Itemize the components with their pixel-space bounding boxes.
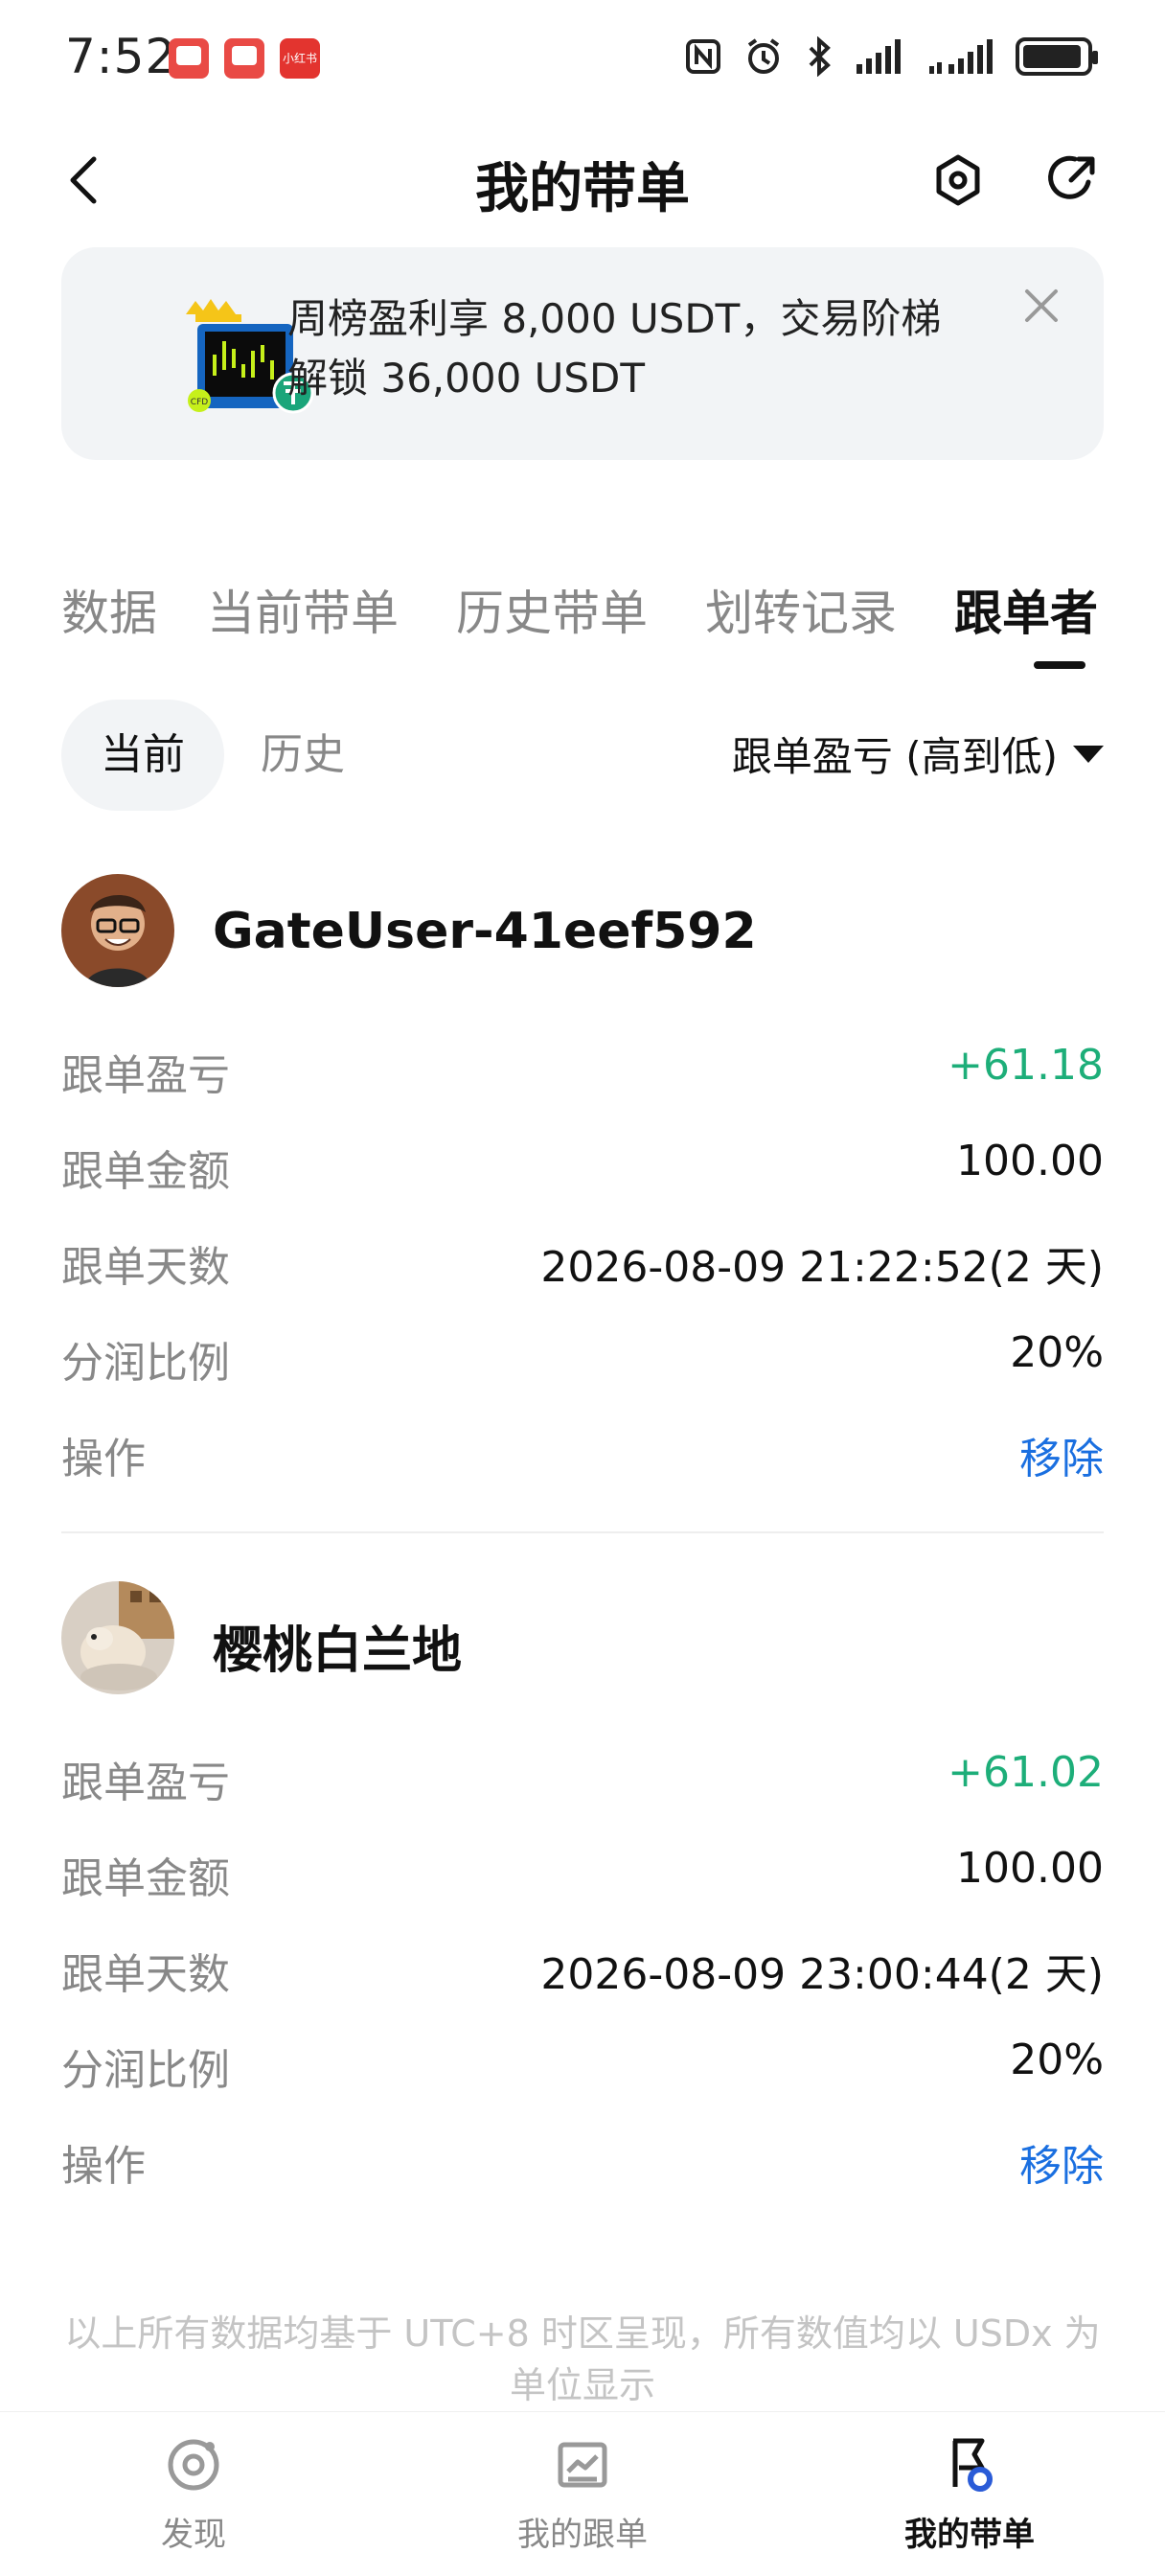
status-icons: [684, 36, 1098, 77]
amount-value: 100.00: [956, 1137, 1104, 1185]
follower-header: 樱桃白兰地: [61, 1581, 1104, 1696]
avatar[interactable]: [61, 874, 174, 987]
banner-close-button[interactable]: [1017, 282, 1065, 330]
nav-my-copy-trades[interactable]: 我的跟单: [477, 2431, 688, 2555]
sort-dropdown[interactable]: 跟单盈亏 (高到低): [732, 724, 1104, 783]
follower-card: 樱桃白兰地 跟单盈亏 +61.02 跟单金额 100.00 跟单天数 2026-…: [61, 1581, 1104, 2214]
row-label: 操作: [61, 2142, 146, 2191]
remove-button[interactable]: 移除: [1019, 1424, 1104, 1485]
battery-icon: [1016, 37, 1098, 76]
detail-row-action: 操作 移除: [61, 1399, 1104, 1495]
filter-current-button[interactable]: 当前: [61, 700, 224, 811]
nav-label: 我的跟单: [517, 2516, 648, 2554]
detail-row-days: 跟单天数 2026-08-09 23:00:44(2 天): [61, 1915, 1104, 2011]
follower-header: GateUser-41eef592: [61, 874, 1104, 989]
header: 我的带单: [0, 125, 1165, 240]
alarm-icon: [747, 38, 780, 74]
chart-board-icon: [558, 2442, 607, 2488]
follower-details: 跟单盈亏 +61.18 跟单金额 100.00 跟单天数 2026-08-09 …: [61, 1016, 1104, 1495]
share-ratio-value: 20%: [1010, 1328, 1104, 1377]
detail-row-amount: 跟单金额 100.00: [61, 1819, 1104, 1915]
share-button[interactable]: [1040, 150, 1102, 211]
app-badge-icon: [169, 38, 209, 79]
bottom-nav: 发现 我的跟单 我的带单: [0, 2411, 1165, 2576]
tab-followers[interactable]: 跟单者: [954, 575, 1098, 644]
row-label: 分润比例: [61, 2046, 230, 2095]
tab-data[interactable]: 数据: [61, 575, 157, 644]
days-value: 2026-08-09 23:00:44(2 天): [540, 1950, 1104, 1999]
active-tab-indicator: [1034, 661, 1085, 669]
close-icon: [1025, 289, 1058, 322]
avatar[interactable]: [61, 1581, 174, 1694]
nfc-icon: [686, 39, 720, 74]
share-ratio-value: 20%: [1010, 2036, 1104, 2084]
tab-current-orders[interactable]: 当前带单: [207, 575, 399, 644]
tab-bar: 数据 当前带单 历史带单 划转记录 跟单者: [61, 565, 1115, 671]
row-label: 跟单天数: [61, 1950, 230, 1999]
nav-label: 我的带单: [904, 2516, 1035, 2554]
banner-line-2: 解锁 36,000 USDT: [287, 355, 646, 402]
xiaohongshu-badge-icon: 小红书: [280, 38, 320, 79]
footnote-line-1: 以上所有数据均基于 UTC+8 时区呈现，所有数值均以 USDx 为: [64, 2312, 1101, 2355]
row-label: 跟单金额: [61, 1147, 230, 1196]
row-label: 分润比例: [61, 1339, 230, 1388]
amount-value: 100.00: [956, 1844, 1104, 1893]
detail-row-pnl: 跟单盈亏 +61.02: [61, 1723, 1104, 1819]
remove-button[interactable]: 移除: [1019, 2131, 1104, 2193]
svg-text:CFD: CFD: [191, 398, 208, 407]
nav-label: 发现: [161, 2516, 226, 2554]
page-title: 我的带单: [475, 158, 690, 220]
bluetooth-icon: [809, 36, 831, 77]
share-icon: [1048, 155, 1095, 199]
follower-name: 樱桃白兰地: [213, 1622, 463, 1680]
row-label: 跟单盈亏: [61, 1759, 230, 1807]
follower-card: GateUser-41eef592 跟单盈亏 +61.18 跟单金额 100.0…: [61, 874, 1104, 1506]
timezone-footnote: 以上所有数据均基于 UTC+8 时区呈现，所有数值均以 USDx 为 单位显示: [61, 2308, 1104, 2411]
filter-history-button[interactable]: 历史: [261, 700, 345, 811]
row-label: 跟单天数: [61, 1243, 230, 1292]
card-divider: [61, 1531, 1104, 1533]
detail-row-days: 跟单天数 2026-08-09 21:22:52(2 天): [61, 1208, 1104, 1303]
banner-line-1: 周榜盈利享 8,000 USDT，交易阶梯: [287, 295, 942, 342]
signal-icon: [929, 39, 993, 74]
follower-name: GateUser-41eef592: [213, 903, 757, 960]
days-value: 2026-08-09 21:22:52(2 天): [540, 1243, 1104, 1292]
signal-icon: [857, 39, 901, 74]
follower-details: 跟单盈亏 +61.02 跟单金额 100.00 跟单天数 2026-08-09 …: [61, 1723, 1104, 2202]
app-badge-icon: [224, 38, 264, 79]
detail-row-share: 分润比例 20%: [61, 2011, 1104, 2106]
row-label: 操作: [61, 1435, 146, 1484]
hexagon-settings-icon: [936, 154, 980, 206]
detail-row-pnl: 跟单盈亏 +61.18: [61, 1016, 1104, 1112]
caret-down-icon: [1073, 745, 1104, 763]
status-time: 7:52: [65, 29, 177, 84]
settings-button[interactable]: [927, 150, 989, 211]
discover-icon: [168, 2439, 219, 2491]
pnl-value: +61.18: [948, 1041, 1104, 1090]
status-bar: 7:52 小红书: [0, 0, 1165, 115]
tab-history-orders[interactable]: 历史带单: [456, 575, 648, 644]
row-label: 跟单金额: [61, 1854, 230, 1903]
detail-row-amount: 跟单金额 100.00: [61, 1112, 1104, 1208]
promo-banner[interactable]: CFD 周榜盈利享 8,000 USDT，交易阶梯 解锁 36,000 USDT: [61, 247, 1104, 460]
sort-label: 跟单盈亏 (高到低): [731, 733, 1058, 780]
nav-discover[interactable]: 发现: [88, 2431, 299, 2555]
nav-my-lead-trades[interactable]: 我的带单: [864, 2431, 1075, 2555]
detail-row-share: 分润比例 20%: [61, 1303, 1104, 1399]
banner-text: 周榜盈利享 8,000 USDT，交易阶梯 解锁 36,000 USDT: [287, 289, 1016, 408]
flag-icon: [952, 2438, 993, 2492]
tab-transfer-records[interactable]: 划转记录: [705, 575, 897, 644]
row-label: 跟单盈亏: [61, 1051, 230, 1100]
detail-row-action: 操作 移除: [61, 2106, 1104, 2202]
pnl-value: +61.02: [948, 1748, 1104, 1797]
footnote-line-2: 单位显示: [509, 2364, 655, 2406]
